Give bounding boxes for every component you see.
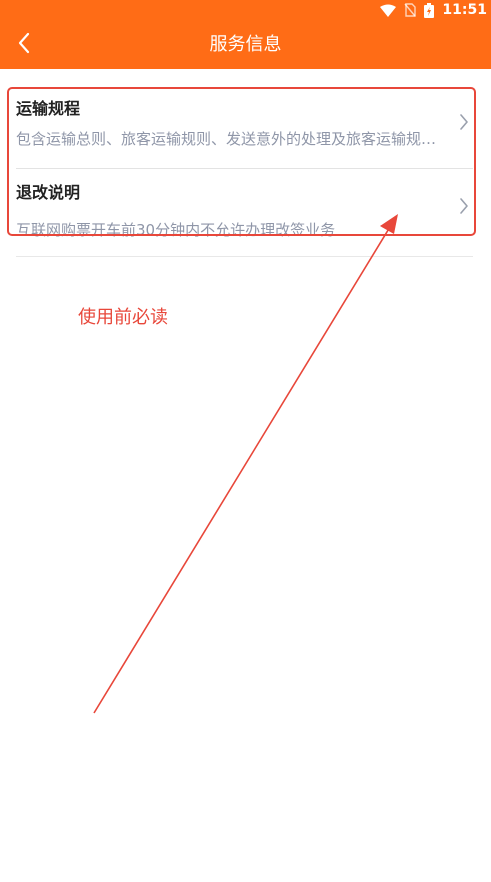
chevron-right-icon xyxy=(459,113,469,135)
list-item-refund-rules[interactable]: 退改说明 互联网购票开车前30分钟内不允许办理改签业务 xyxy=(16,168,473,252)
list-item-description: 包含运输总则、旅客运输规则、发送意外的处理及旅客运输规则等内容 xyxy=(16,130,444,148)
chevron-right-icon xyxy=(459,197,469,219)
list-item-transport-rules[interactable]: 运输规程 包含运输总则、旅客运输规则、发送意外的处理及旅客运输规则等内容 xyxy=(16,85,473,168)
list-item-title: 退改说明 xyxy=(16,183,81,202)
status-time: 11:51 xyxy=(442,2,487,18)
page-title: 服务信息 xyxy=(209,34,282,55)
annotation-label: 使用前必读 xyxy=(78,307,168,328)
status-bar: 11:51 xyxy=(0,0,491,20)
status-icons: 11:51 xyxy=(380,0,487,20)
battery-charging-icon xyxy=(424,2,435,18)
app-bar: 服务信息 xyxy=(0,20,491,69)
service-info-list: 运输规程 包含运输总则、旅客运输规则、发送意外的处理及旅客运输规则等内容 退改说… xyxy=(16,85,473,252)
wifi-icon xyxy=(380,4,397,17)
list-item-title: 运输规程 xyxy=(16,99,81,118)
list-divider xyxy=(16,256,473,257)
no-sim-icon xyxy=(404,3,417,17)
list-item-description: 互联网购票开车前30分钟内不允许办理改签业务 xyxy=(16,221,336,239)
